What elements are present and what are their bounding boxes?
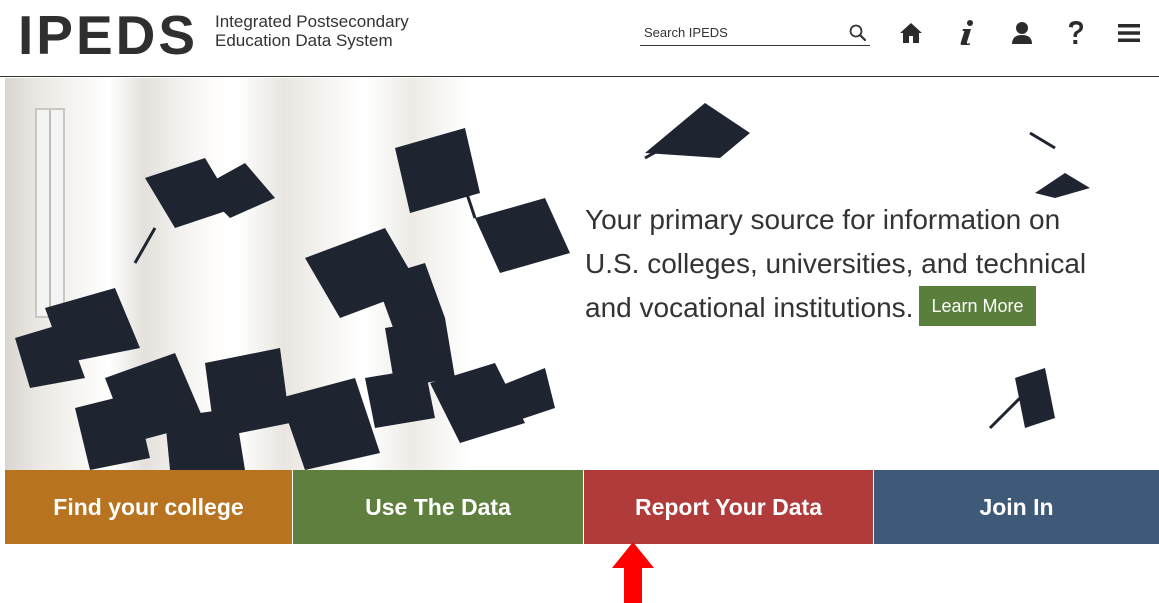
hero-tagline-line2: U.S. colleges, universities, and technic… <box>585 248 1087 279</box>
hero-tagline-line1: Your primary source for information on <box>585 204 1061 235</box>
home-icon[interactable] <box>897 18 925 48</box>
search-box <box>640 20 870 46</box>
help-icon[interactable] <box>1062 18 1090 48</box>
hero-tagline: Your primary source for information on U… <box>585 198 1145 330</box>
hero-tagline-line3-wrap: and vocational institutions. Learn More <box>585 285 1145 330</box>
menu-icon[interactable] <box>1115 18 1143 48</box>
learn-more-button[interactable]: Learn More <box>919 285 1036 326</box>
logo-subtitle-line2: Education Data System <box>215 31 393 50</box>
logo-subtitle: Integrated Postsecondary Education Data … <box>215 12 409 50</box>
red-arrow-pointer-icon <box>612 542 654 603</box>
hero-tagline-line3: and vocational institutions. <box>585 292 914 323</box>
tile-report-your-data[interactable]: Report Your Data <box>584 470 874 544</box>
user-icon[interactable] <box>1008 18 1036 48</box>
logo-subtitle-line1: Integrated Postsecondary <box>215 12 409 31</box>
tile-find-your-college[interactable]: Find your college <box>5 470 293 544</box>
tile-use-the-data[interactable]: Use The Data <box>293 470 584 544</box>
tile-join-in[interactable]: Join In <box>874 470 1159 544</box>
site-header: IPEDS Integrated Postsecondary Education… <box>0 0 1159 77</box>
search-input[interactable] <box>640 20 840 44</box>
hero-banner: Your primary source for information on U… <box>5 78 1159 470</box>
ipeds-logo[interactable]: IPEDS <box>18 4 198 66</box>
main-nav-tiles: Find your college Use The Data Report Yo… <box>5 470 1159 544</box>
info-icon[interactable] <box>953 18 981 48</box>
search-icon[interactable] <box>848 23 868 43</box>
